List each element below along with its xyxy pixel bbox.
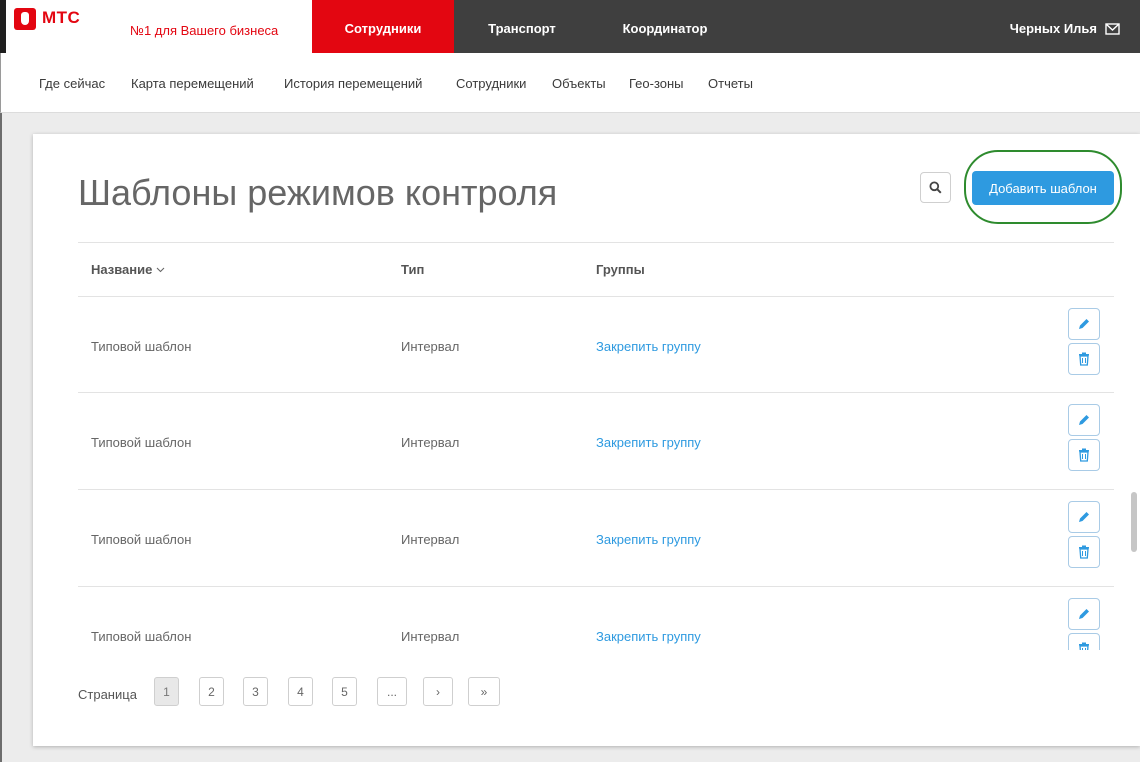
edit-button[interactable] xyxy=(1068,404,1100,436)
nav-transport[interactable]: Транспорт xyxy=(454,0,590,53)
chevron-down-icon xyxy=(156,267,165,272)
attach-group-link[interactable]: Закрепить группу xyxy=(596,532,701,547)
page-title: Шаблоны режимов контроля xyxy=(78,172,558,213)
trash-icon xyxy=(1079,352,1089,366)
pencil-icon xyxy=(1079,319,1089,329)
search-icon xyxy=(929,181,942,194)
trash-icon xyxy=(1079,642,1089,650)
column-header-name[interactable]: Название xyxy=(91,262,165,277)
scrollbar-thumb[interactable] xyxy=(1131,492,1137,552)
delete-button[interactable] xyxy=(1068,633,1100,650)
subnav-reports[interactable]: Отчеты xyxy=(708,76,753,91)
page-3-button[interactable]: 3 xyxy=(243,677,268,706)
delete-button[interactable] xyxy=(1068,439,1100,471)
attach-group-link[interactable]: Закрепить группу xyxy=(596,339,701,354)
page-4-button[interactable]: 4 xyxy=(288,677,313,706)
nav-coordinator[interactable]: Координатор xyxy=(590,0,740,53)
user-menu[interactable]: Черных Илья xyxy=(1010,21,1120,36)
page-ellipsis[interactable]: ... xyxy=(377,677,407,706)
add-template-button[interactable]: Добавить шаблон xyxy=(972,171,1114,205)
row-type: Интервал xyxy=(401,435,460,450)
subnav-movement-history[interactable]: История перемещений xyxy=(284,76,422,91)
next-page-button[interactable]: › xyxy=(423,677,453,706)
left-border xyxy=(0,113,2,762)
pencil-icon xyxy=(1079,415,1089,425)
slogan: №1 для Вашего бизнеса xyxy=(130,23,279,38)
mail-icon[interactable] xyxy=(1105,22,1120,35)
subnav-geozones[interactable]: Гео-зоны xyxy=(629,76,684,91)
row-type: Интервал xyxy=(401,339,460,354)
delete-button[interactable] xyxy=(1068,536,1100,568)
sub-navigation: Где сейчас Карта перемещений История пер… xyxy=(0,53,1140,113)
table-row: Типовой шаблон Интервал Закрепить группу xyxy=(78,393,1114,490)
nav-employees[interactable]: Сотрудники xyxy=(312,0,454,53)
attach-group-link[interactable]: Закрепить группу xyxy=(596,435,701,450)
row-name: Типовой шаблон xyxy=(91,435,192,450)
row-name: Типовой шаблон xyxy=(91,532,192,547)
brand-area: МТС №1 для Вашего бизнеса xyxy=(0,0,312,53)
attach-group-link[interactable]: Закрепить группу xyxy=(596,629,701,644)
pagination-label: Страница xyxy=(78,687,137,702)
table-row: Типовой шаблон Интервал Закрепить группу xyxy=(78,297,1114,394)
subnav-employees[interactable]: Сотрудники xyxy=(456,76,526,91)
page-2-button[interactable]: 2 xyxy=(199,677,224,706)
user-name: Черных Илья xyxy=(1009,21,1097,36)
last-page-button[interactable]: » xyxy=(468,677,500,706)
pencil-icon xyxy=(1079,512,1089,522)
subnav-where-now[interactable]: Где сейчас xyxy=(39,76,105,91)
page-5-button[interactable]: 5 xyxy=(332,677,357,706)
logo-text[interactable]: МТС xyxy=(42,8,80,28)
templates-card: Шаблоны режимов контроля Добавить шаблон… xyxy=(33,134,1140,746)
row-name: Типовой шаблон xyxy=(91,339,192,354)
search-button[interactable] xyxy=(920,172,951,203)
row-type: Интервал xyxy=(401,532,460,547)
page-1-button[interactable]: 1 xyxy=(154,677,179,706)
top-bar: МТС №1 для Вашего бизнеса Сотрудники Тра… xyxy=(0,0,1140,53)
table-row: Типовой шаблон Интервал Закрепить группу xyxy=(78,587,1114,650)
subnav-objects[interactable]: Объекты xyxy=(552,76,606,91)
edit-button[interactable] xyxy=(1068,501,1100,533)
column-header-type: Тип xyxy=(401,262,425,277)
pencil-icon xyxy=(1079,609,1089,619)
column-header-groups: Группы xyxy=(596,262,645,277)
edit-button[interactable] xyxy=(1068,598,1100,630)
column-name-label: Название xyxy=(91,262,153,277)
subnav-movement-map[interactable]: Карта перемещений xyxy=(131,76,254,91)
row-type: Интервал xyxy=(401,629,460,644)
row-name: Типовой шаблон xyxy=(91,629,192,644)
divider xyxy=(78,242,1114,243)
trash-icon xyxy=(1079,448,1089,462)
mts-logo-icon[interactable] xyxy=(14,8,36,30)
table-row: Типовой шаблон Интервал Закрепить группу xyxy=(78,490,1114,587)
edit-button[interactable] xyxy=(1068,308,1100,340)
trash-icon xyxy=(1079,545,1089,559)
delete-button[interactable] xyxy=(1068,343,1100,375)
table-body: Типовой шаблон Интервал Закрепить группу… xyxy=(33,297,1140,650)
